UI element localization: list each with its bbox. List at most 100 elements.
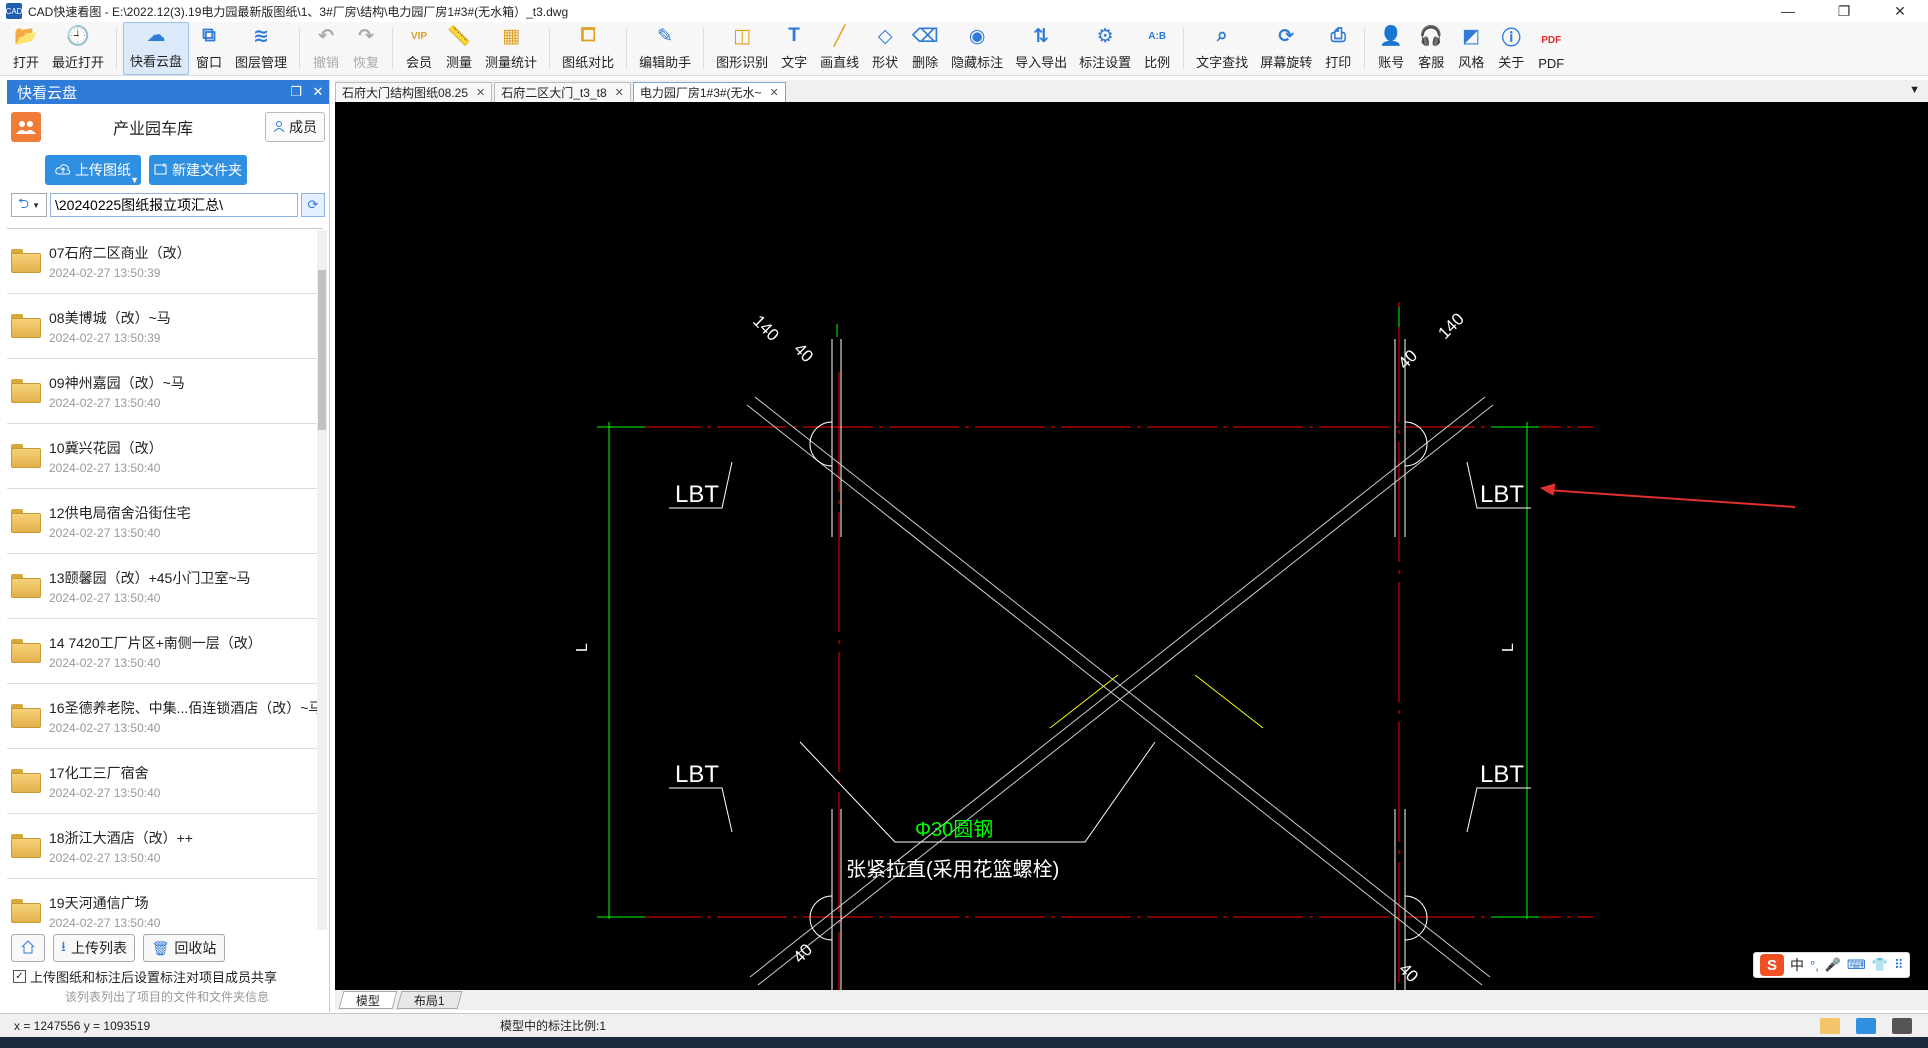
toolbar-button-text-search[interactable]: ⌕ 文字查找	[1190, 22, 1254, 75]
toolbar-button-clock[interactable]: 🕘 最近打开	[46, 22, 110, 75]
toolbar-label: 隐藏标注	[951, 55, 1004, 70]
tab-menu-icon[interactable]: ▼	[1909, 84, 1920, 96]
info-icon: ⓘ	[1501, 27, 1521, 49]
project-group-icon[interactable]	[11, 112, 41, 142]
toolbar-button-eraser[interactable]: ⌫ 删除	[905, 22, 945, 75]
list-item[interactable]: 09神州嘉园（改）~马 2024-02-27 13:50:40	[7, 359, 323, 424]
toolbar-button-printer[interactable]: ⎙ 打印	[1318, 22, 1358, 75]
toolbar-button-shape-recognize[interactable]: ◫ 图形识别	[710, 22, 774, 75]
ime-language[interactable]: 中	[1790, 955, 1804, 975]
list-item[interactable]: 19天河通信广场 2024-02-27 13:50:40	[7, 879, 323, 928]
toolbar-button-rotate-screen[interactable]: ⟳ 屏幕旋转	[1254, 22, 1318, 75]
list-item[interactable]: 13颐馨园（改）+45小门卫室~马 2024-02-27 13:50:40	[7, 554, 323, 619]
list-item[interactable]: 08美博城（改）~马 2024-02-27 13:50:39	[7, 294, 323, 359]
document-tab[interactable]: 石府大门结构图纸08.25 ✕	[335, 82, 493, 102]
restore-button[interactable]: ❐	[1816, 0, 1872, 22]
settings-status-icon[interactable]	[1892, 1017, 1912, 1034]
file-name: 16圣德养老院、中集...佰连锁酒店（改）~马	[49, 699, 323, 716]
list-item[interactable]: 17化工三厂宿舍 2024-02-27 13:50:40	[7, 749, 323, 814]
annotation-settings-icon: ⚙	[1096, 25, 1114, 47]
layout-status-icon[interactable]	[1820, 1017, 1840, 1034]
toolbar-button-user[interactable]: 👤 账号	[1371, 22, 1411, 75]
toolbar-button-layers[interactable]: ≋ 图层管理	[229, 22, 293, 75]
toolbar-button-line[interactable]: ╱ 画直线	[814, 22, 865, 75]
toolbar-button-ruler[interactable]: 📏 测量	[439, 22, 479, 75]
toolbar-label: 打印	[1325, 55, 1352, 70]
share-option[interactable]: ✓ 上传图纸和标注后设置标注对项目成员共享	[7, 966, 330, 986]
back-button[interactable]: ⮌ ▼	[11, 193, 47, 217]
toolbar-button-text[interactable]: T 文字	[774, 22, 814, 75]
pdf-status-icon[interactable]	[1856, 1017, 1876, 1034]
toolbar-button-folder-open[interactable]: 📂 打开	[6, 22, 46, 75]
dropdown-arrow-icon[interactable]: ▼	[130, 175, 139, 185]
back-dropdown-icon[interactable]: ▼	[32, 201, 40, 210]
close-tab-icon[interactable]: ✕	[476, 86, 485, 99]
toolbar-button-pdf[interactable]: PDF PDF	[1531, 22, 1571, 75]
upload-list-button[interactable]: ⭳ 上传列表	[53, 934, 135, 962]
drawing-canvas[interactable]: 140 40 140 40 40 40 LBT LBT LBT LBT Φ30圆…	[335, 102, 1928, 990]
recycle-bin-button[interactable]: 🗑 回收站	[143, 934, 225, 962]
layout-tab[interactable]: 布局1	[396, 991, 463, 1009]
toolbar-button-measure-stats[interactable]: ▦ 测量统计	[479, 22, 543, 75]
list-item[interactable]: 07石府二区商业（改） 2024-02-27 13:50:39	[7, 229, 323, 294]
list-item[interactable]: 14 7420工厂片区+南侧一层（改） 2024-02-27 13:50:40	[7, 619, 323, 684]
upload-list-label: 上传列表	[70, 940, 127, 956]
refresh-icon[interactable]: ⟳	[301, 193, 325, 217]
file-time: 2024-02-27 13:50:40	[49, 785, 161, 800]
file-list-scrollbar[interactable]	[317, 230, 327, 930]
annotation-arrow-head	[1539, 483, 1556, 496]
list-item[interactable]: 16圣德养老院、中集...佰连锁酒店（改）~马 2024-02-27 13:50:…	[7, 684, 323, 749]
toolbar-button-scale[interactable]: A:B 比例	[1137, 22, 1177, 75]
document-tab[interactable]: 石府二区大门_t3_t8 ✕	[494, 82, 631, 102]
members-button[interactable]: 成员	[265, 112, 325, 142]
file-info: 08美博城（改）~马 2024-02-27 13:50:39	[49, 308, 171, 345]
toolbar-label: 客服	[1418, 55, 1445, 70]
list-item[interactable]: 18浙江大酒店（改）++ 2024-02-27 13:50:40	[7, 814, 323, 879]
close-tab-icon[interactable]: ✕	[770, 86, 779, 99]
toolbar-button-headset[interactable]: 🎧 客服	[1411, 22, 1451, 75]
footer-buttons: ⭳ 上传列表 🗑 回收站	[7, 933, 330, 963]
toolbar-button-compare[interactable]: ⧠ 图纸对比	[556, 22, 620, 75]
file-name: 13颐馨园（改）+45小门卫室~马	[49, 569, 251, 586]
ime-toolbar[interactable]: S 中 °, 🎤 ⌨ 👕 ⠿	[1753, 952, 1911, 978]
toolbar-button-info[interactable]: ⓘ 关于	[1491, 22, 1531, 75]
lbt-leader-bottom-left	[669, 787, 733, 833]
close-tab-icon[interactable]: ✕	[615, 86, 624, 99]
toolbar-button-window[interactable]: ⧉ 窗口	[189, 22, 229, 75]
toolbar-label: 会员	[406, 55, 433, 70]
close-button[interactable]: ✕	[1872, 0, 1928, 22]
toolbar-button-style[interactable]: ◩ 风格	[1451, 22, 1491, 75]
dim-label-40-left: 40	[790, 339, 817, 366]
toolbar-button-cloud[interactable]: ☁ 快看云盘	[123, 22, 190, 75]
toolbar-button-eye-hide[interactable]: ◉ 隐藏标注	[945, 22, 1009, 75]
file-time: 2024-02-27 13:50:40	[49, 655, 161, 670]
skin-icon[interactable]: 👕	[1872, 957, 1888, 973]
toolbar-button-annotation-settings[interactable]: ⚙ 标注设置	[1073, 22, 1137, 75]
upload-drawing-button[interactable]: 上传图纸 ▼	[45, 155, 141, 185]
toolbar-button-shape[interactable]: ◇ 形状	[865, 22, 905, 75]
minimize-button[interactable]: —	[1760, 0, 1816, 22]
float-panel-icon[interactable]: ❐	[285, 84, 307, 100]
toolbar-button-edit-assistant[interactable]: ✎ 编辑助手	[633, 22, 697, 75]
keyboard-icon[interactable]: ⌨	[1847, 957, 1866, 973]
scrollbar-thumb[interactable]	[318, 270, 326, 430]
home-button[interactable]	[11, 934, 45, 962]
layout-tab[interactable]: 模型	[338, 991, 398, 1009]
path-row: ⮌ ▼ ⟳	[7, 190, 329, 220]
toolbar-button-import-export[interactable]: ⇅ 导入导出	[1009, 22, 1073, 75]
document-tab[interactable]: 电力园厂房1#3#(无水~ ✕	[632, 82, 786, 102]
list-item[interactable]: 10冀兴花园（改） 2024-02-27 13:50:40	[7, 424, 323, 489]
lbt-label-bottom-right: LBT	[1480, 761, 1524, 788]
file-name: 19天河通信广场	[49, 894, 149, 911]
toolbar-separator	[116, 28, 118, 69]
share-checkbox[interactable]: ✓	[13, 969, 26, 983]
path-input[interactable]	[50, 193, 298, 217]
new-folder-button[interactable]: 新建文件夹	[149, 155, 247, 185]
grid-menu-icon[interactable]: ⠿	[1894, 957, 1904, 973]
file-info: 16圣德养老院、中集...佰连锁酒店（改）~马 2024-02-27 13:50:…	[49, 698, 322, 735]
close-panel-icon[interactable]: ✕	[307, 84, 329, 100]
punctuation-icon[interactable]: °,	[1810, 958, 1819, 973]
toolbar-button-vip[interactable]: VIP 会员	[399, 22, 439, 75]
microphone-icon[interactable]: 🎤	[1825, 957, 1841, 973]
list-item[interactable]: 12供电局宿舍沿街住宅 2024-02-27 13:50:40	[7, 489, 323, 554]
